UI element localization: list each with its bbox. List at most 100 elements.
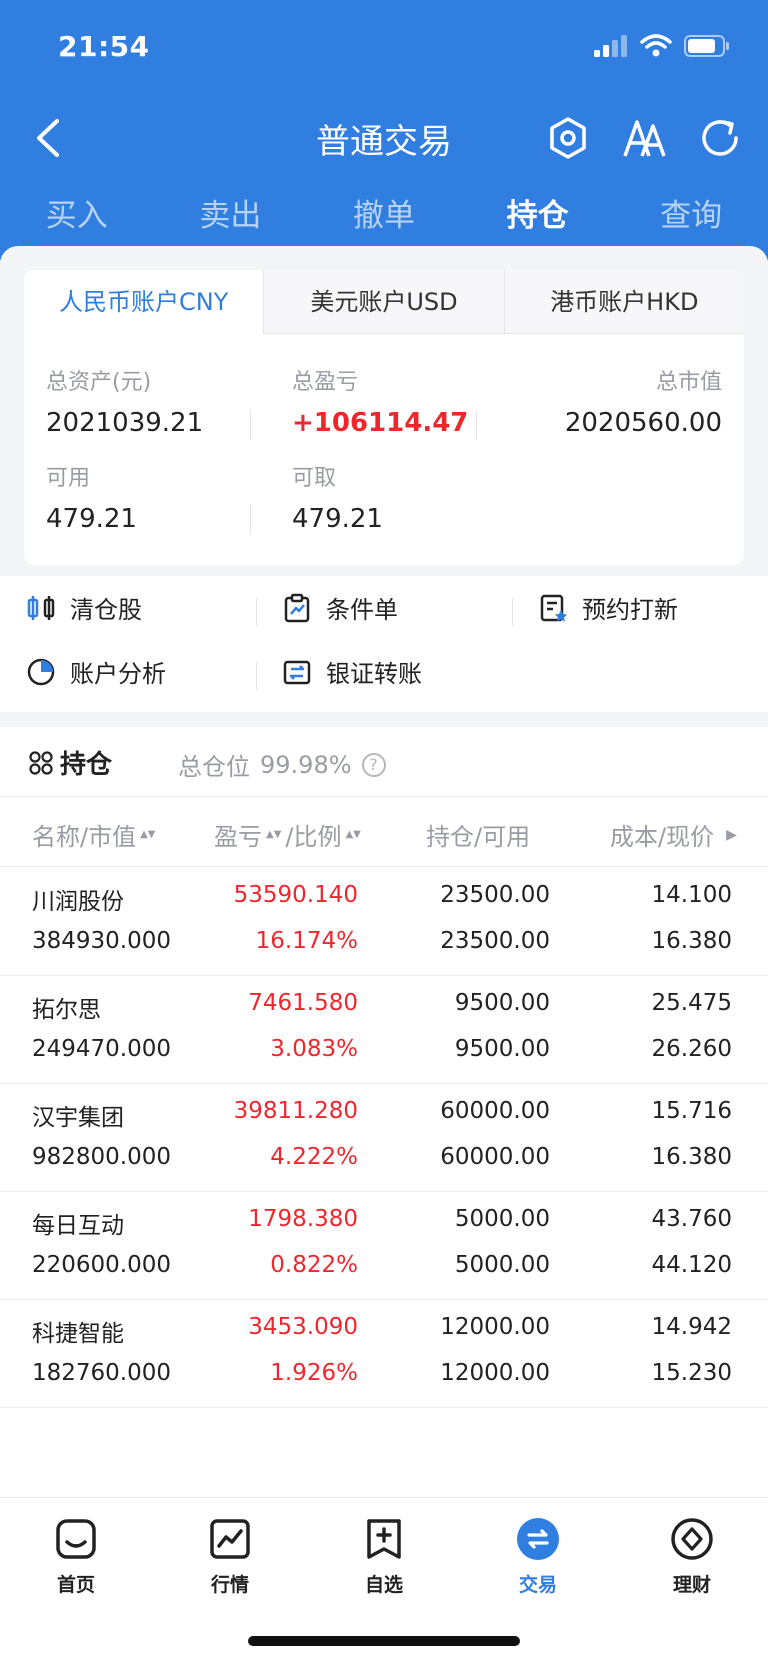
sort-icon: ▲▼ <box>140 828 156 840</box>
market-value: 384930.000 <box>32 928 172 954</box>
profit-ratio: 0.822% <box>270 1252 358 1278</box>
tabbar-wealth-label: 理财 <box>672 1574 711 1596</box>
tabbar-home[interactable]: 首页 <box>26 1516 126 1597</box>
withdrawable: 可取 479.21 <box>292 460 532 534</box>
tab-query[interactable]: 查询 <box>614 186 768 246</box>
table-row[interactable]: 川润股份 384930.000 53590.140 16.174% 23500.… <box>0 868 768 976</box>
available-qty: 5000.00 <box>454 1252 550 1278</box>
current-price: 16.380 <box>651 1144 732 1170</box>
bank-transfer-button[interactable]: 银证转账 <box>282 654 422 689</box>
trade-tabs: 买入 卖出 撤单 持仓 查询 <box>0 186 768 252</box>
wifi-icon <box>640 34 672 57</box>
table-row[interactable]: 科捷智能 182760.000 3453.090 1.926% 12000.00… <box>0 1300 768 1408</box>
grid-icon <box>29 750 53 775</box>
tabbar-market[interactable]: 行情 <box>180 1516 280 1597</box>
font-size-button[interactable] <box>618 110 670 166</box>
total-assets-label: 总资产(元) <box>46 370 152 395</box>
tabbar-market-label: 行情 <box>210 1574 249 1596</box>
divider <box>250 410 251 440</box>
current-price: 16.380 <box>651 928 732 954</box>
tab-buy[interactable]: 买入 <box>0 186 154 246</box>
help-icon[interactable]: ? <box>361 752 386 777</box>
current-price: 15.230 <box>651 1360 732 1386</box>
tab-sell[interactable]: 卖出 <box>154 186 308 246</box>
profit-loss: 39811.280 <box>233 1098 358 1124</box>
col-hold-available: 持仓/可用 <box>426 823 531 851</box>
battery-icon <box>684 35 729 57</box>
available-qty: 60000.00 <box>440 1144 550 1170</box>
divider <box>250 504 251 534</box>
clear-stock-button[interactable]: 清仓股 <box>26 590 142 625</box>
withdrawable-value: 479.21 <box>292 504 383 534</box>
tabbar-wealth[interactable]: 理财 <box>642 1516 742 1597</box>
table-row[interactable]: 拓尔思 249470.000 7461.580 3.083% 9500.00 9… <box>0 976 768 1084</box>
stock-name: 川润股份 <box>32 889 124 915</box>
col-name-market-value[interactable]: 名称/市值 ▲▼ <box>32 817 155 852</box>
scroll-right-icon: ▶ <box>726 826 737 843</box>
conditional-order-button[interactable]: 条件单 <box>282 590 398 625</box>
hexagon-settings-icon <box>550 117 586 159</box>
bank-transfer-label: 银证转账 <box>326 660 422 688</box>
cost-price: 14.942 <box>651 1314 732 1340</box>
tabbar-trade[interactable]: 交易 <box>488 1516 588 1597</box>
position-ratio: 总仓位 99.98% ? <box>178 747 386 782</box>
profit-loss: 53590.140 <box>233 882 358 908</box>
profit-loss: 3453.090 <box>248 1314 358 1340</box>
profit-ratio: 4.222% <box>270 1144 358 1170</box>
holdings-list: 川润股份 384930.000 53590.140 16.174% 23500.… <box>0 868 768 1408</box>
position-value: 99.98% <box>260 750 352 779</box>
clipboard-chart-icon <box>284 593 310 622</box>
settings-button[interactable] <box>542 110 594 166</box>
tabbar-watchlist-label: 自选 <box>364 1574 403 1596</box>
account-card: 人民币账户CNY 美元账户USD 港币账户HKD 总资产(元) 2021039.… <box>24 270 744 565</box>
wealth-icon <box>669 1516 715 1562</box>
profit-ratio: 3.083% <box>270 1036 358 1062</box>
tab-account-usd[interactable]: 美元账户USD <box>263 270 504 334</box>
status-icons <box>594 34 730 58</box>
available-qty: 23500.00 <box>440 928 550 954</box>
tab-holdings[interactable]: 持仓 <box>461 186 615 252</box>
table-row[interactable]: 每日互动 220600.000 1798.380 0.822% 5000.00 … <box>0 1192 768 1300</box>
available-label: 可用 <box>46 466 91 491</box>
nav-bar: 普通交易 <box>0 100 768 176</box>
profit-ratio: 1.926% <box>270 1360 358 1386</box>
tab-account-cny[interactable]: 人民币账户CNY <box>24 270 264 334</box>
trade-exchange-icon <box>515 1516 561 1562</box>
tabbar-watchlist[interactable]: 自选 <box>334 1516 434 1597</box>
clear-stock-icon <box>27 595 55 620</box>
holdings-title: 持仓 <box>28 744 112 781</box>
pie-chart-icon <box>27 658 55 685</box>
shortcuts: 清仓股 条件单 预约打新 账户分析 银证转账 <box>0 576 768 712</box>
hold-qty: 12000.00 <box>440 1314 550 1340</box>
stock-name: 科捷智能 <box>32 1321 124 1347</box>
col-pl-ratio[interactable]: 盈亏 ▲▼ /比例 ▲▼ <box>214 817 361 852</box>
market-value: 249470.000 <box>32 1036 172 1062</box>
profit-ratio: 16.174% <box>255 928 358 954</box>
conditional-order-label: 条件单 <box>326 596 398 624</box>
tabbar-trade-label: 交易 <box>518 1574 557 1596</box>
ipo-reserve-button[interactable]: 预约打新 <box>538 590 678 625</box>
home-icon <box>53 1516 99 1562</box>
cost-price: 43.760 <box>651 1206 732 1232</box>
tabbar-home-label: 首页 <box>56 1574 95 1596</box>
sort-icon: ▲▼ <box>266 828 282 840</box>
status-bar: 21:54 <box>0 0 768 100</box>
account-analysis-button[interactable]: 账户分析 <box>26 654 166 689</box>
hold-qty: 60000.00 <box>440 1098 550 1124</box>
divider <box>512 598 513 626</box>
current-price: 44.120 <box>651 1252 732 1278</box>
stock-name: 汉宇集团 <box>32 1105 124 1131</box>
transfer-icon <box>283 660 311 684</box>
refresh-button[interactable] <box>694 110 746 166</box>
market-value: 182760.000 <box>32 1360 172 1386</box>
col-cost-price[interactable]: 成本/现价 ▶ <box>610 817 737 852</box>
table-row[interactable]: 汉宇集团 982800.000 39811.280 4.222% 60000.0… <box>0 1084 768 1192</box>
market-value: 总市值 2020560.00 <box>482 364 722 438</box>
tab-cancel[interactable]: 撤单 <box>307 186 461 246</box>
market-value: 982800.000 <box>32 1144 172 1170</box>
sort-icon: ▲▼ <box>345 828 361 840</box>
tab-account-hkd[interactable]: 港币账户HKD <box>503 270 744 334</box>
font-size-icon <box>623 120 666 157</box>
market-chart-icon <box>207 1516 253 1562</box>
divider <box>476 410 477 440</box>
